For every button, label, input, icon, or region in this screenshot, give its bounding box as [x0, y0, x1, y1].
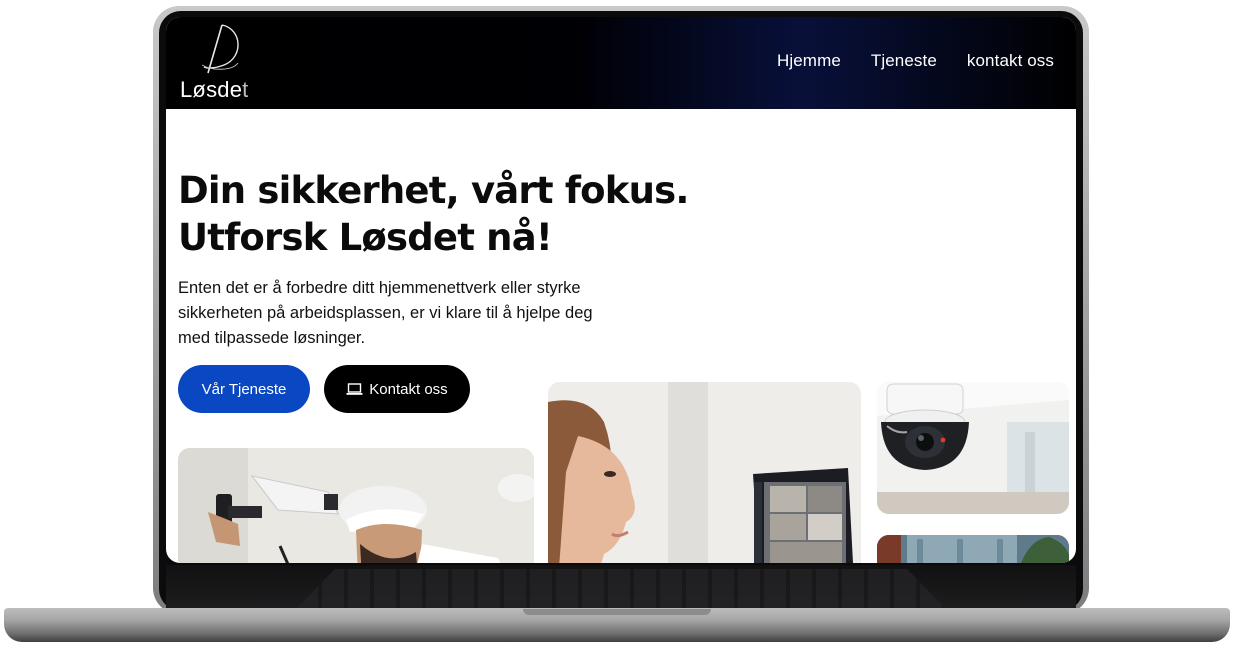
- logo-text-main: Løsde: [180, 77, 243, 102]
- nav-item-tjeneste[interactable]: Tjeneste: [871, 51, 937, 71]
- site-logo[interactable]: Løsdet: [178, 21, 268, 105]
- contact-us-button[interactable]: Kontakt oss: [324, 365, 470, 413]
- technician-installing-camera-image: [178, 448, 534, 563]
- hero-title: Din sikkerhet, vårt fokus. Utforsk Løsde…: [178, 169, 689, 259]
- laptop-keyboard: [166, 565, 1076, 609]
- laptop-screen: Løsdet Hjemme Tjeneste kontakt oss Din s…: [166, 17, 1076, 563]
- nav-item-hjemme[interactable]: Hjemme: [777, 51, 841, 71]
- contact-us-button-label: Kontakt oss: [369, 380, 448, 398]
- dome-security-camera-image: [877, 382, 1069, 514]
- woman-laptop-illustration: [548, 382, 861, 563]
- dome-camera-illustration: [877, 382, 1069, 514]
- hero-description: Enten det er å forbedre ditt hjemmenettv…: [178, 279, 593, 347]
- logo-mark-icon: [201, 24, 239, 74]
- interior-room-illustration: [877, 535, 1069, 563]
- main-nav: Hjemme Tjeneste kontakt oss: [777, 51, 1054, 71]
- logo-text-fade: t: [242, 77, 249, 102]
- our-services-button[interactable]: Vår Tjeneste: [178, 365, 310, 413]
- laptop-icon: [346, 382, 363, 395]
- laptop-notch: [523, 609, 711, 615]
- site-header: Løsdet Hjemme Tjeneste kontakt oss: [166, 17, 1076, 109]
- interior-room-image: [877, 535, 1069, 563]
- our-services-button-label: Vår Tjeneste: [201, 380, 287, 398]
- woman-viewing-camera-feed-image: [548, 382, 861, 563]
- technician-illustration: [178, 448, 534, 563]
- nav-item-kontakt-oss[interactable]: kontakt oss: [967, 51, 1054, 71]
- logo-text: Løsdet: [180, 77, 248, 103]
